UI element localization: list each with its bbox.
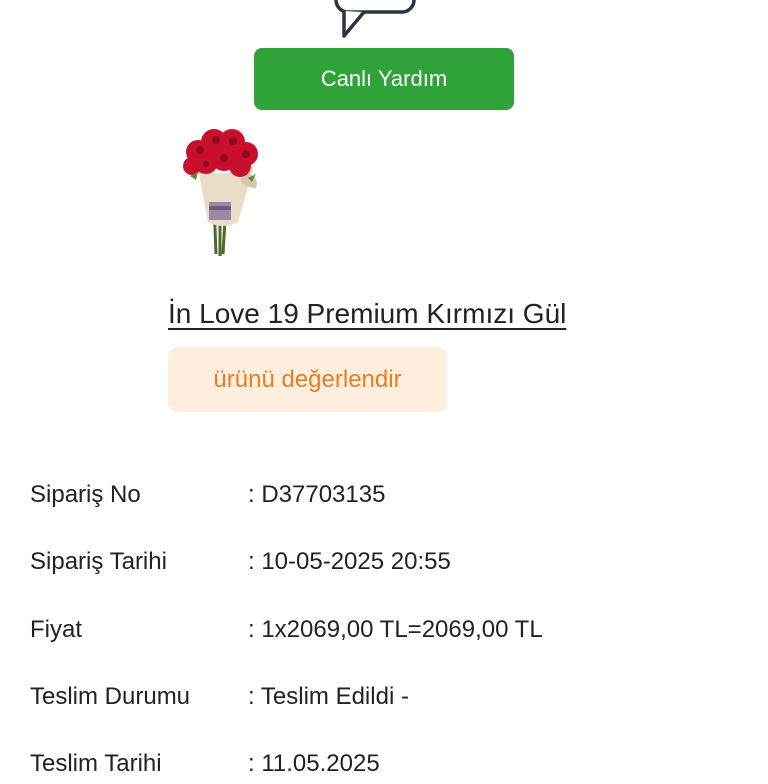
delivery-date-value: : 11.05.2025 <box>248 750 380 777</box>
delivery-date-label: Teslim Tarihi <box>30 750 162 777</box>
order-date-value: : 10-05-2025 20:55 <box>248 548 451 575</box>
product-title-link[interactable]: İn Love 19 Premium Kırmızı Gül <box>168 298 566 330</box>
order-number-label: Sipariş No <box>30 481 141 508</box>
price-value: : 1x2069,00 TL=2069,00 TL <box>248 616 543 643</box>
rate-product-button[interactable]: ürünü değerlendir <box>168 347 447 412</box>
order-number-value: : D37703135 <box>248 481 386 508</box>
price-label: Fiyat <box>30 616 83 643</box>
delivery-status-value: : Teslim Edildi - <box>248 683 409 710</box>
order-date-label: Sipariş Tarihi <box>30 548 167 575</box>
delivery-status-label: Teslim Durumu <box>30 683 191 710</box>
live-help-button[interactable]: Canlı Yardım <box>254 48 514 110</box>
product-image[interactable] <box>176 122 268 264</box>
chat-bubble-icon <box>334 0 416 38</box>
